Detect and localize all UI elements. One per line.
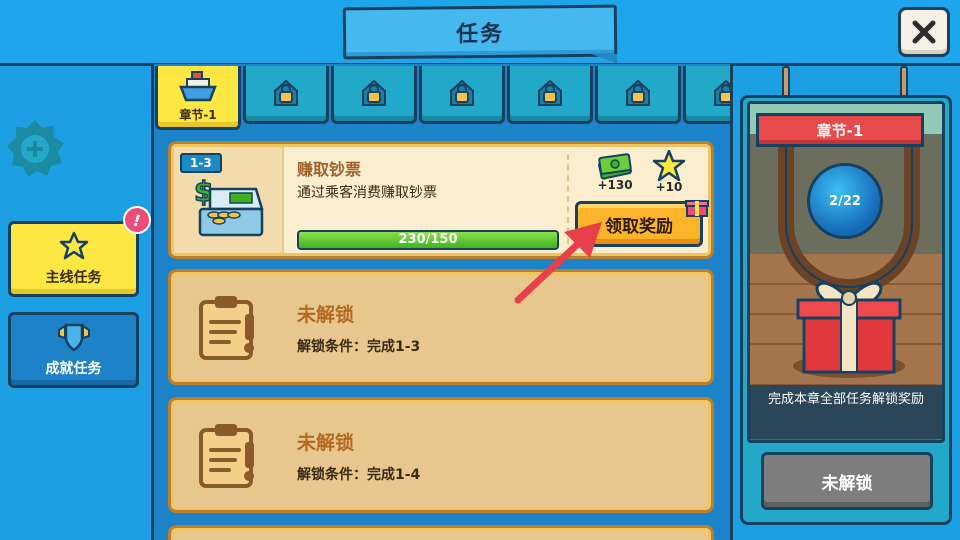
cash-register-icon: $ bbox=[193, 175, 264, 237]
cash-icon bbox=[598, 153, 632, 180]
shield-icon bbox=[57, 323, 90, 352]
chapter-progress-orb: 2/22 bbox=[807, 163, 883, 239]
clipboard-icon bbox=[199, 296, 254, 360]
sidebar-item-main-quests[interactable]: 主线任务 bbox=[8, 221, 139, 297]
task-title: 赚取钞票 bbox=[297, 160, 362, 179]
chapter-reward-button[interactable]: 未解锁 bbox=[761, 452, 933, 510]
level-tag: 1-3 bbox=[180, 153, 222, 173]
title-banner: 任务 bbox=[342, 4, 618, 60]
lock-icon bbox=[450, 79, 474, 106]
claim-reward-button[interactable]: 领取奖励 bbox=[575, 201, 703, 247]
sidebar-item-label: 主线任务 bbox=[45, 270, 102, 286]
gear-icon bbox=[7, 120, 64, 177]
page-title: 任务 bbox=[455, 21, 505, 48]
locked-task-card-partial bbox=[168, 525, 714, 540]
progress-text: 230/150 bbox=[398, 232, 458, 247]
tab-chapter-locked[interactable] bbox=[419, 66, 505, 124]
star-icon bbox=[59, 231, 88, 260]
clipboard-icon bbox=[199, 424, 254, 488]
tab-chapter-locked[interactable] bbox=[243, 66, 329, 124]
locked-task-card: 未解锁 解锁条件：完成1-3 bbox=[168, 269, 714, 385]
reward-value: +10 bbox=[655, 180, 683, 194]
star-icon bbox=[652, 150, 686, 182]
close-button[interactable] bbox=[898, 7, 950, 57]
tab-chapter-locked[interactable] bbox=[683, 66, 730, 124]
lock-icon bbox=[362, 79, 386, 106]
locked-title: 未解锁 bbox=[297, 304, 355, 326]
sidebar-item-achievements[interactable]: 成就任务 bbox=[8, 312, 139, 388]
task-description: 通过乘客消费赚取钞票 bbox=[297, 185, 437, 201]
close-icon bbox=[912, 20, 936, 44]
gift-box-icon bbox=[793, 281, 905, 378]
gift-icon bbox=[685, 200, 709, 217]
tab-chapter-1[interactable]: 章节-1 bbox=[155, 66, 241, 130]
sidebar-item-label: 成就任务 bbox=[45, 361, 102, 377]
chapter-reward-description: 完成本章全部任务解锁奖励 bbox=[750, 385, 942, 439]
tab-chapter-locked[interactable] bbox=[507, 66, 593, 124]
lock-icon bbox=[538, 79, 562, 106]
lock-icon bbox=[274, 79, 298, 106]
tab-label: 章节-1 bbox=[179, 108, 217, 122]
ship-icon bbox=[179, 71, 217, 102]
locked-title: 未解锁 bbox=[297, 432, 355, 454]
chapter-ribbon: 章节-1 bbox=[756, 113, 924, 147]
unlock-condition: 解锁条件：完成1-4 bbox=[297, 467, 421, 483]
task-card: 1-3 $ 赚取钞票 通过乘客消费赚取钞票 230/150 +130 +10 领… bbox=[168, 141, 714, 259]
tab-chapter-locked[interactable] bbox=[595, 66, 681, 124]
reward-cash: +130 bbox=[593, 150, 637, 200]
locked-task-card: 未解锁 解锁条件：完成1-4 bbox=[168, 397, 714, 513]
tab-chapter-locked[interactable] bbox=[331, 66, 417, 124]
chapter-tab-row: 章节-1 bbox=[152, 66, 730, 132]
divider bbox=[567, 154, 569, 244]
task-illustration: 1-3 $ bbox=[174, 147, 284, 253]
reward-value: +130 bbox=[597, 178, 633, 192]
unlock-condition: 解锁条件：完成1-3 bbox=[297, 339, 421, 355]
lock-icon bbox=[714, 79, 730, 106]
task-progress-bar: 230/150 bbox=[297, 230, 559, 250]
lock-icon bbox=[626, 79, 650, 106]
reward-star: +10 bbox=[647, 150, 691, 200]
